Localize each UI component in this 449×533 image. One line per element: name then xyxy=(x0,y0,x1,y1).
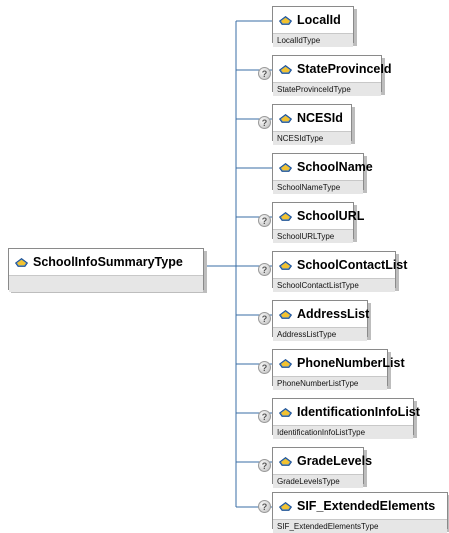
element-icon xyxy=(15,257,28,267)
element-name: AddressList xyxy=(297,307,370,321)
element-type: LocalIdType xyxy=(273,34,353,47)
optional-icon: ? xyxy=(258,312,271,325)
element-icon xyxy=(279,162,292,172)
element-node-gradelevels[interactable]: GradeLevels GradeLevelsType xyxy=(272,447,372,488)
element-icon xyxy=(279,358,292,368)
element-icon xyxy=(279,113,292,123)
element-icon xyxy=(279,407,292,417)
element-node-schoolcontactlist[interactable]: SchoolContactList SchoolContactListType xyxy=(272,251,407,292)
root-type-node[interactable]: SchoolInfoSummaryType xyxy=(8,248,204,292)
optional-icon: ? xyxy=(258,214,271,227)
element-type: SchoolNameType xyxy=(273,181,363,194)
element-type: NCESIdType xyxy=(273,132,351,145)
element-name: PhoneNumberList xyxy=(297,356,405,370)
element-name: SchoolName xyxy=(297,160,373,174)
optional-icon: ? xyxy=(258,410,271,423)
optional-icon: ? xyxy=(258,67,271,80)
optional-icon: ? xyxy=(258,263,271,276)
element-name: SchoolContactList xyxy=(297,258,408,272)
element-icon xyxy=(279,64,292,74)
element-icon xyxy=(279,15,292,25)
element-type: SIF_ExtendedElementsType xyxy=(273,520,447,533)
element-type: PhoneNumberListType xyxy=(273,377,387,390)
element-name: SchoolURL xyxy=(297,209,365,223)
element-name: IdentificationInfoList xyxy=(297,405,420,419)
optional-icon: ? xyxy=(258,500,271,513)
element-type: SchoolContactListType xyxy=(273,279,395,292)
element-icon xyxy=(279,260,292,270)
element-type: AddressListType xyxy=(273,328,367,341)
element-node-ncesid[interactable]: NCESId NCESIdType xyxy=(272,104,352,145)
element-name: NCESId xyxy=(297,111,343,125)
element-node-schoolurl[interactable]: SchoolURL SchoolURLType xyxy=(272,202,364,243)
element-icon xyxy=(279,211,292,221)
element-name: GradeLevels xyxy=(297,454,373,468)
element-icon xyxy=(279,309,292,319)
element-node-sif-extendedelements[interactable]: SIF_ExtendedElements SIF_ExtendedElement… xyxy=(272,492,448,533)
element-name: SIF_ExtendedElements xyxy=(297,499,436,513)
element-node-localid[interactable]: LocalId LocalIdType xyxy=(272,6,354,47)
element-name: StateProvinceId xyxy=(297,62,392,76)
element-icon xyxy=(279,456,292,466)
element-type: IdentificationInfoListType xyxy=(273,426,413,439)
element-type: StateProvinceIdType xyxy=(273,83,381,96)
element-type: SchoolURLType xyxy=(273,230,353,243)
element-icon xyxy=(279,501,292,511)
root-type-name: SchoolInfoSummaryType xyxy=(33,255,183,269)
element-node-identificationinfolist[interactable]: IdentificationInfoList IdentificationInf… xyxy=(272,398,420,439)
element-node-addresslist[interactable]: AddressList AddressListType xyxy=(272,300,370,341)
optional-icon: ? xyxy=(258,459,271,472)
root-type-sub xyxy=(9,276,203,292)
element-name: LocalId xyxy=(297,13,341,27)
optional-icon: ? xyxy=(258,116,271,129)
element-node-schoolname[interactable]: SchoolName SchoolNameType xyxy=(272,153,373,194)
element-node-phonenumberlist[interactable]: PhoneNumberList PhoneNumberListType xyxy=(272,349,405,390)
element-node-stateprovinceid[interactable]: StateProvinceId StateProvinceIdType xyxy=(272,55,391,96)
element-type: GradeLevelsType xyxy=(273,475,363,488)
optional-icon: ? xyxy=(258,361,271,374)
